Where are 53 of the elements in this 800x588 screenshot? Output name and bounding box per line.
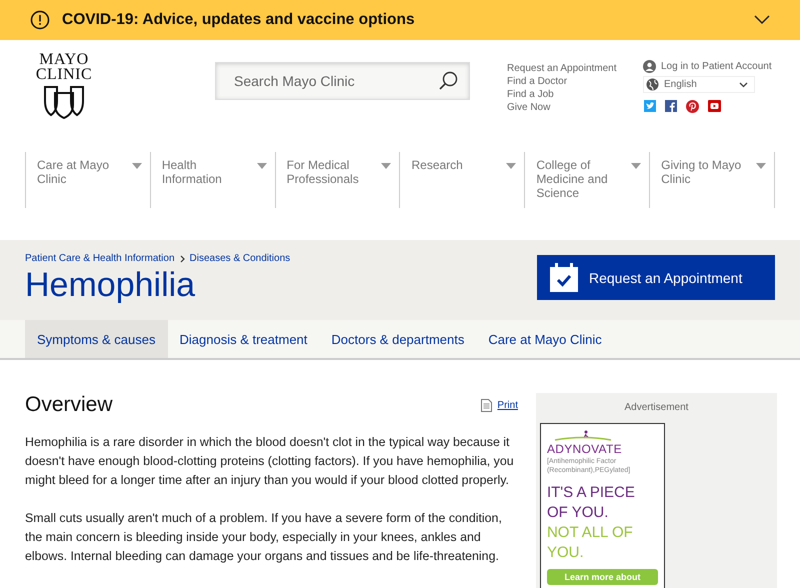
- utility-link[interactable]: Give Now: [507, 101, 643, 114]
- tab[interactable]: Diagnosis & treatment: [168, 320, 320, 358]
- nav-item[interactable]: Research: [399, 152, 524, 208]
- logo-text[interactable]: CLINIC: [36, 67, 92, 82]
- caret-icon: [256, 163, 267, 169]
- pinterest-icon[interactable]: [686, 100, 699, 113]
- ad-headline: NOT ALL OF YOU.: [546, 523, 634, 563]
- ad-label: Advertisement: [624, 402, 690, 413]
- tab[interactable]: Care at Mayo Clinic: [476, 320, 614, 358]
- breadcrumb-link[interactable]: Patient Care & Health Information: [25, 253, 175, 264]
- nav-item[interactable]: For Medical Professionals: [274, 152, 400, 208]
- utility-link[interactable]: Request an Appointment: [507, 62, 643, 75]
- search-field[interactable]: Search Mayo Clinic: [215, 62, 470, 100]
- calendar-check-icon: [549, 262, 579, 292]
- tab[interactable]: Symptoms & causes: [25, 320, 168, 358]
- nav-item[interactable]: Care at Mayo Clinic: [25, 152, 150, 208]
- facebook-icon[interactable]: [665, 100, 677, 112]
- nav-item[interactable]: Giving to Mayo Clinic: [649, 152, 775, 208]
- document-icon: [481, 399, 492, 412]
- ad-headline: IT'S A PIECE OF YOU.: [546, 483, 636, 523]
- nav-item[interactable]: College of Medicine and Science: [524, 152, 650, 208]
- body-paragraph: Hemophilia is a rare disorder in which the blood doesn't clot in the typical way because it doesn't have enough blood-clotting proteins (clotting factors). If you have hemophilia, you might bleed for a longer time after an injury than you would if your blood clotted properly.: [25, 434, 515, 489]
- logo-text[interactable]: MAYO: [39, 52, 89, 67]
- nav-item[interactable]: Health Information: [150, 152, 275, 208]
- user-icon: [643, 60, 656, 73]
- breadcrumb-link[interactable]: Diseases & Conditions: [190, 253, 290, 264]
- caret-icon: [631, 163, 642, 169]
- chevron-down-icon[interactable]: [754, 15, 770, 25]
- login-link[interactable]: Log in to Patient Account: [661, 61, 772, 72]
- shields-icon[interactable]: [43, 85, 85, 119]
- utility-link[interactable]: Find a Doctor: [507, 75, 643, 88]
- chevron-down-icon: [739, 82, 748, 88]
- print-link[interactable]: Print: [481, 399, 518, 412]
- caret-icon: [132, 163, 142, 169]
- caret-icon: [381, 163, 392, 169]
- tab[interactable]: Doctors & departments: [319, 320, 476, 358]
- language-select[interactable]: English: [643, 76, 755, 93]
- globe-icon: [646, 78, 659, 91]
- youtube-icon[interactable]: [708, 100, 721, 112]
- twitter-icon[interactable]: [644, 100, 656, 112]
- utility-link[interactable]: Find a Job: [507, 88, 643, 101]
- chevron-right-icon: [180, 254, 185, 262]
- search-icon[interactable]: [438, 71, 458, 91]
- section-heading: Overview: [25, 393, 113, 417]
- alert-icon: [30, 10, 50, 30]
- figure-icon: [552, 430, 613, 442]
- alert-text: COVID-19: Advice, updates and vaccine options: [62, 11, 416, 29]
- appointment-button[interactable]: Request an Appointment: [537, 255, 775, 300]
- ad-brand: ADYNOVATE: [546, 442, 623, 456]
- body-paragraph: Small cuts usually aren't much of a problem. If you have a severe form of the condition, the main concern is bleeding inside your body, especially in your knees, ankles and elbows. Internal bleeding can damage your organs and tissues and be life-threatening.: [25, 510, 503, 565]
- page-title: Hemophilia: [25, 266, 196, 304]
- caret-icon: [506, 163, 516, 169]
- caret-icon: [756, 163, 766, 169]
